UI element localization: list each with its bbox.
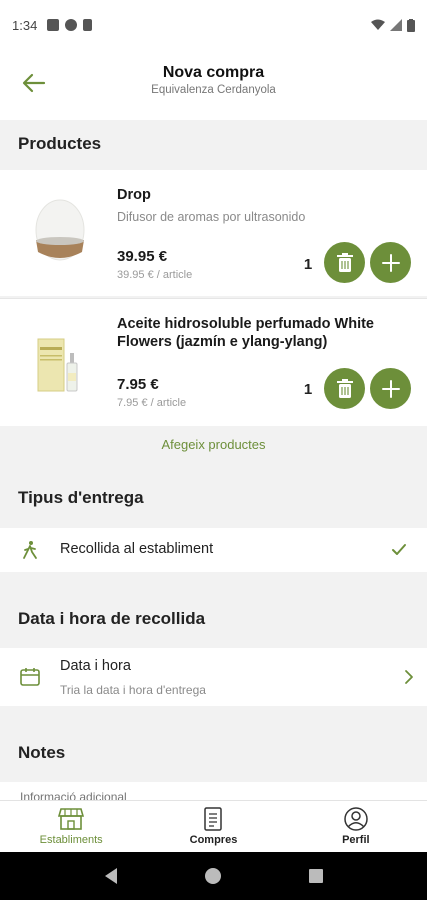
product-description: Difusor de aromas por ultrasonido <box>117 210 306 224</box>
delete-product-button[interactable] <box>324 242 365 283</box>
delivery-option-label: Recollida al establiment <box>60 541 214 557</box>
store-icon <box>58 808 85 830</box>
datetime-label: Data i hora <box>60 658 131 674</box>
product-unit-price: 7.95 € / article <box>117 397 187 409</box>
section-notes-title: Notes <box>0 726 427 780</box>
receipt-icon <box>204 807 223 831</box>
app-screen: 1:34 Nova compra Equivalenza Cerdanyola … <box>0 0 427 900</box>
chevron-right-icon <box>405 670 413 684</box>
product-item[interactable]: Aceite hidrosoluble perfumado White Flow… <box>0 299 427 426</box>
add-products-link[interactable]: Afegeix productes <box>0 426 427 464</box>
nav-item-compres[interactable]: Compres <box>142 801 284 852</box>
notification-icon <box>65 19 78 31</box>
product-name: Aceite hidrosoluble perfumado White Flow… <box>117 316 374 350</box>
nav-label: Establiments <box>39 834 103 846</box>
nav-label: Perfil <box>342 834 370 846</box>
wifi-icon <box>371 19 385 30</box>
notes-field-container <box>0 782 427 800</box>
increase-quantity-button[interactable] <box>370 368 411 409</box>
section-products-title: Productes <box>0 120 427 168</box>
walking-person-icon <box>23 541 37 559</box>
product-name: Drop <box>117 187 151 203</box>
arrow-left-icon <box>22 73 46 93</box>
delete-product-button[interactable] <box>324 368 365 409</box>
product-unit-price: 39.95 € / article <box>117 269 193 281</box>
calendar-icon <box>20 668 40 686</box>
product-quantity: 1 <box>303 256 313 273</box>
product-item[interactable]: Drop Difusor de aromas por ultrasonido 3… <box>0 170 427 296</box>
system-back-icon[interactable] <box>103 867 119 885</box>
nav-label: Compres <box>189 834 238 846</box>
system-home-icon[interactable] <box>204 867 222 885</box>
section-datetime-title: Data i hora de recollida <box>0 592 427 646</box>
system-recents-icon[interactable] <box>308 868 324 884</box>
system-status-icons <box>371 18 415 32</box>
bottom-navigation: Establiments Compres Perfil <box>0 800 427 852</box>
profile-icon <box>344 807 368 831</box>
status-bar: 1:34 <box>0 0 427 50</box>
nav-item-establiments[interactable]: Establiments <box>0 801 142 852</box>
increase-quantity-button[interactable] <box>370 242 411 283</box>
product-price: 39.95 € <box>117 248 168 265</box>
app-bar: Nova compra Equivalenza Cerdanyola <box>0 50 427 120</box>
notes-input[interactable] <box>20 790 400 800</box>
trash-icon <box>336 252 353 272</box>
product-quantity: 1 <box>303 381 313 398</box>
delivery-option-pickup[interactable]: Recollida al establiment <box>0 528 427 572</box>
store-name: Equivalenza Cerdanyola <box>151 84 276 96</box>
product-image-oil <box>37 338 78 392</box>
system-navigation-bar <box>0 852 427 900</box>
checkmark-icon <box>392 544 406 555</box>
datetime-hint: Tria la data i hora d'entrega <box>60 683 206 697</box>
header-titles: Nova compra Equivalenza Cerdanyola <box>60 64 367 96</box>
trash-icon <box>336 378 353 398</box>
section-delivery-title: Tipus d'entrega <box>0 470 427 526</box>
sim-icon <box>83 19 93 31</box>
signal-icon <box>390 19 402 31</box>
status-time: 1:34 <box>12 17 38 33</box>
notification-icons <box>47 19 93 31</box>
page-title: Nova compra <box>162 64 265 81</box>
notification-icon <box>47 19 60 31</box>
product-image-diffuser <box>35 199 85 261</box>
product-price: 7.95 € <box>117 376 159 393</box>
datetime-picker-row[interactable]: Data i hora Tria la data i hora d'entreg… <box>0 648 427 706</box>
plus-icon <box>381 253 400 272</box>
plus-icon <box>381 379 400 398</box>
nav-item-perfil[interactable]: Perfil <box>285 801 427 852</box>
back-button[interactable] <box>14 66 54 100</box>
battery-icon <box>407 18 415 32</box>
